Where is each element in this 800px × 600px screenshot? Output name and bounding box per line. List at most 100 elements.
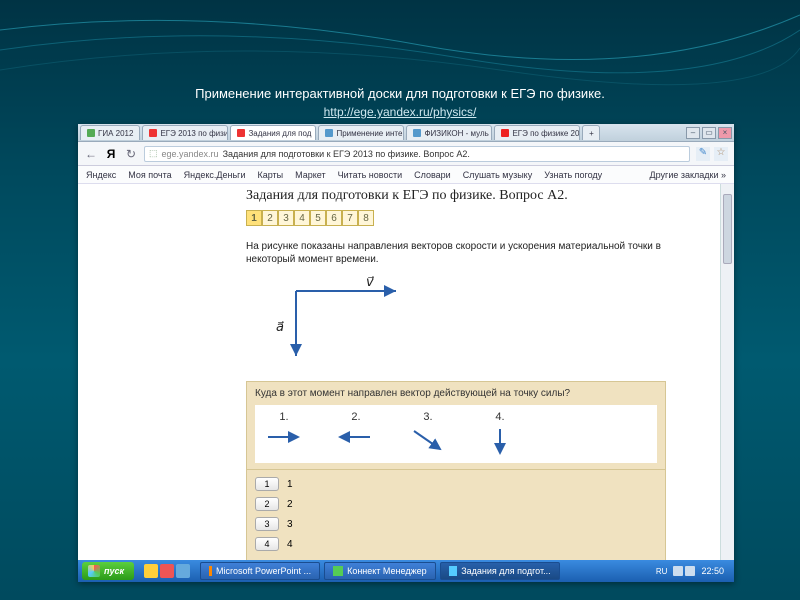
tab[interactable]: ЕГЭ 2013 по физи bbox=[142, 125, 228, 140]
windows-icon bbox=[88, 565, 100, 577]
page-num[interactable]: 1 bbox=[246, 210, 262, 226]
answer-label: 1 bbox=[287, 479, 293, 490]
lock-icon: ⬚ bbox=[149, 148, 158, 159]
tab[interactable]: ФИЗИКОН - муль bbox=[406, 125, 492, 140]
slide-link[interactable]: http://ege.yandex.ru/physics/ bbox=[0, 105, 800, 119]
tab[interactable]: ГИА 2012 bbox=[80, 125, 140, 140]
bookmarks-bar: Яндекс Моя почта Яндекс.Деньги Карты Мар… bbox=[78, 166, 734, 184]
reload-button[interactable]: ↻ bbox=[124, 147, 138, 161]
answer-button[interactable]: 3 bbox=[255, 517, 279, 531]
tab[interactable]: ЕГЭ по физике 20 bbox=[494, 125, 580, 140]
app-icon bbox=[333, 566, 343, 576]
option: 3. bbox=[405, 411, 451, 457]
page-num[interactable]: 4 bbox=[294, 210, 310, 226]
bookmark-link[interactable]: Слушать музыку bbox=[463, 170, 533, 180]
wrench-icon[interactable]: ✎ bbox=[696, 147, 710, 161]
bookmark-link[interactable]: Читать новости bbox=[338, 170, 402, 180]
tab-label: ЕГЭ 2013 по физи bbox=[160, 129, 228, 138]
url-title: Задания для подготовки к ЕГЭ 2013 по физ… bbox=[223, 149, 470, 159]
bookmark-link[interactable]: Узнать погоду bbox=[544, 170, 602, 180]
task-button-active[interactable]: Задания для подгот... bbox=[440, 562, 560, 580]
scrollbar[interactable] bbox=[720, 184, 734, 560]
question: Куда в этот момент направлен вектор дейс… bbox=[255, 388, 657, 399]
option: 2. bbox=[333, 411, 379, 457]
answer-label: 4 bbox=[287, 539, 293, 550]
page: Задания для подготовки к ЕГЭ по физике. … bbox=[146, 184, 666, 560]
back-button[interactable]: ← bbox=[84, 147, 98, 161]
page-num[interactable]: 5 bbox=[310, 210, 326, 226]
tab-label: ФИЗИКОН - муль bbox=[424, 129, 488, 138]
tray-icon[interactable] bbox=[673, 566, 683, 576]
page-num[interactable]: 8 bbox=[358, 210, 374, 226]
ql-icon[interactable] bbox=[160, 564, 174, 578]
tray-icons bbox=[673, 566, 695, 576]
system-tray: RU 22:50 bbox=[656, 566, 730, 576]
answer-block: Куда в этот момент направлен вектор дейс… bbox=[246, 381, 666, 470]
bookmark-link[interactable]: Карты bbox=[257, 170, 283, 180]
tab-active[interactable]: Задания для под× bbox=[230, 125, 316, 140]
favicon-icon bbox=[501, 129, 509, 137]
answer-row: 22 bbox=[255, 494, 657, 514]
ql-icon[interactable] bbox=[176, 564, 190, 578]
option: 4. bbox=[477, 411, 523, 457]
start-button[interactable]: пуск bbox=[82, 562, 134, 580]
tab-label: ГИА 2012 bbox=[98, 129, 133, 138]
close-button[interactable]: × bbox=[718, 127, 732, 139]
minimize-button[interactable]: – bbox=[686, 127, 700, 139]
favicon-icon bbox=[87, 129, 95, 137]
page-title: Задания для подготовки к ЕГЭ по физике. … bbox=[246, 188, 666, 204]
answer-options: 1. 2. 3. 4. bbox=[255, 405, 657, 463]
answer-list: 11 22 33 44 bbox=[246, 470, 666, 560]
maximize-button[interactable]: ▭ bbox=[702, 127, 716, 139]
page-num[interactable]: 3 bbox=[278, 210, 294, 226]
other-bookmarks[interactable]: Другие закладки » bbox=[650, 170, 726, 180]
vector-diagram: v⃗ a⃗ bbox=[266, 276, 426, 366]
star-icon[interactable]: ☆ bbox=[714, 147, 728, 161]
page-num[interactable]: 7 bbox=[342, 210, 358, 226]
quick-launch bbox=[138, 564, 196, 578]
favicon-icon bbox=[325, 129, 333, 137]
browser-window: ГИА 2012 ЕГЭ 2013 по физи Задания для по… bbox=[78, 124, 734, 582]
bookmark-link[interactable]: Словари bbox=[414, 170, 451, 180]
tab[interactable]: Применение инте bbox=[318, 125, 404, 140]
ql-icon[interactable] bbox=[144, 564, 158, 578]
ya-button[interactable]: Я bbox=[104, 147, 118, 161]
url-bar[interactable]: ⬚ ege.yandex.ru Задания для подготовки к… bbox=[144, 146, 690, 162]
answer-button[interactable]: 4 bbox=[255, 537, 279, 551]
bookmark-link[interactable]: Моя почта bbox=[128, 170, 171, 180]
app-icon bbox=[209, 566, 212, 576]
window-controls: – ▭ × bbox=[686, 127, 732, 139]
page-num[interactable]: 2 bbox=[262, 210, 278, 226]
tab-label: Задания для под bbox=[248, 129, 311, 138]
new-tab[interactable]: + bbox=[582, 125, 600, 140]
svg-text:a⃗: a⃗ bbox=[276, 319, 284, 334]
favicon-icon bbox=[237, 129, 245, 137]
favicon-icon bbox=[413, 129, 421, 137]
page-num[interactable]: 6 bbox=[326, 210, 342, 226]
tab-label: ЕГЭ по физике 20 bbox=[512, 129, 579, 138]
nav-row: ← Я ↻ ⬚ ege.yandex.ru Задания для подгот… bbox=[78, 142, 734, 166]
tab-label: Применение инте bbox=[336, 129, 402, 138]
bookmark-link[interactable]: Яндекс bbox=[86, 170, 116, 180]
task-button[interactable]: Коннект Менеджер bbox=[324, 562, 436, 580]
pager: 1 2 3 4 5 6 7 8 bbox=[246, 210, 666, 226]
bookmark-link[interactable]: Маркет bbox=[295, 170, 325, 180]
bookmark-link[interactable]: Яндекс.Деньги bbox=[184, 170, 246, 180]
url-domain: ege.yandex.ru bbox=[162, 149, 219, 159]
answer-row: 33 bbox=[255, 514, 657, 534]
task-button[interactable]: Microsoft PowerPoint ... bbox=[200, 562, 320, 580]
answer-button[interactable]: 2 bbox=[255, 497, 279, 511]
svg-text:v⃗: v⃗ bbox=[366, 276, 374, 289]
answer-button[interactable]: 1 bbox=[255, 477, 279, 491]
tray-icon[interactable] bbox=[685, 566, 695, 576]
answer-label: 2 bbox=[287, 499, 293, 510]
answer-row: 44 bbox=[255, 534, 657, 554]
answer-row: 11 bbox=[255, 474, 657, 494]
content-area: Задания для подготовки к ЕГЭ по физике. … bbox=[78, 184, 734, 560]
lang-indicator[interactable]: RU bbox=[656, 567, 668, 576]
scroll-thumb[interactable] bbox=[723, 194, 732, 264]
nav-tail: ✎ ☆ bbox=[696, 147, 728, 161]
taskbar: пуск Microsoft PowerPoint ... Коннект Ме… bbox=[78, 560, 734, 582]
favicon-icon bbox=[149, 129, 157, 137]
clock[interactable]: 22:50 bbox=[701, 566, 724, 576]
